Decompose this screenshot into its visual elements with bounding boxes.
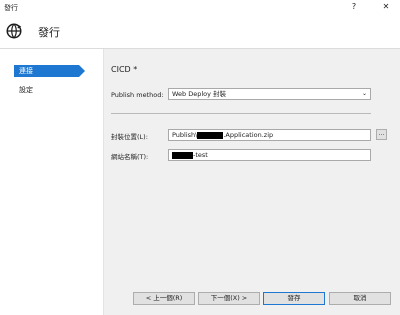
help-button[interactable]: ? — [342, 0, 366, 14]
sidebar-item-settings[interactable]: 設定 — [14, 84, 33, 96]
previous-button[interactable]: < 上一個(R) — [133, 292, 195, 305]
title-bar: 發行 ? ✕ — [0, 0, 400, 14]
publish-method-label: Publish method: — [111, 91, 164, 99]
package-location-suffix: .Application.zip — [223, 131, 274, 139]
globe-icon — [6, 23, 22, 39]
redaction-block — [172, 151, 193, 159]
publish-method-select[interactable]: Web Deploy 封裝 ⌄ — [168, 88, 371, 100]
chevron-down-icon: ⌄ — [361, 90, 367, 97]
publish-method-value: Web Deploy 封裝 — [172, 90, 227, 98]
section-divider — [111, 113, 371, 114]
browse-button[interactable]: ... — [376, 129, 387, 140]
sidebar-item-label: 設定 — [19, 86, 33, 94]
site-name-suffix: -test — [193, 151, 208, 159]
save-button[interactable]: 發存 — [263, 292, 325, 305]
page-title: 發行 — [38, 26, 60, 39]
window-title: 發行 — [4, 4, 18, 12]
redaction-block — [197, 131, 224, 139]
main-content: CICD * Publish method: Web Deploy 封裝 ⌄ 封… — [104, 49, 400, 315]
package-location-prefix: Publish\ — [172, 131, 198, 139]
package-location-input[interactable]: Publish\ .Application.zip — [168, 129, 371, 141]
site-name-input[interactable]: -test — [168, 149, 371, 161]
sidebar: 連接 設定 — [0, 49, 104, 315]
close-button[interactable]: ✕ — [374, 0, 398, 14]
package-location-label: 封裝位置(L): — [111, 133, 148, 141]
profile-name: CICD * — [111, 65, 138, 74]
sidebar-item-connection[interactable]: 連接 — [14, 65, 85, 77]
site-name-label: 網站名稱(T): — [111, 153, 149, 161]
sidebar-item-label: 連接 — [19, 67, 33, 75]
next-button[interactable]: 下一個(X) > — [198, 292, 260, 305]
cancel-button[interactable]: 取消 — [329, 292, 391, 305]
header: 發行 — [0, 14, 400, 48]
